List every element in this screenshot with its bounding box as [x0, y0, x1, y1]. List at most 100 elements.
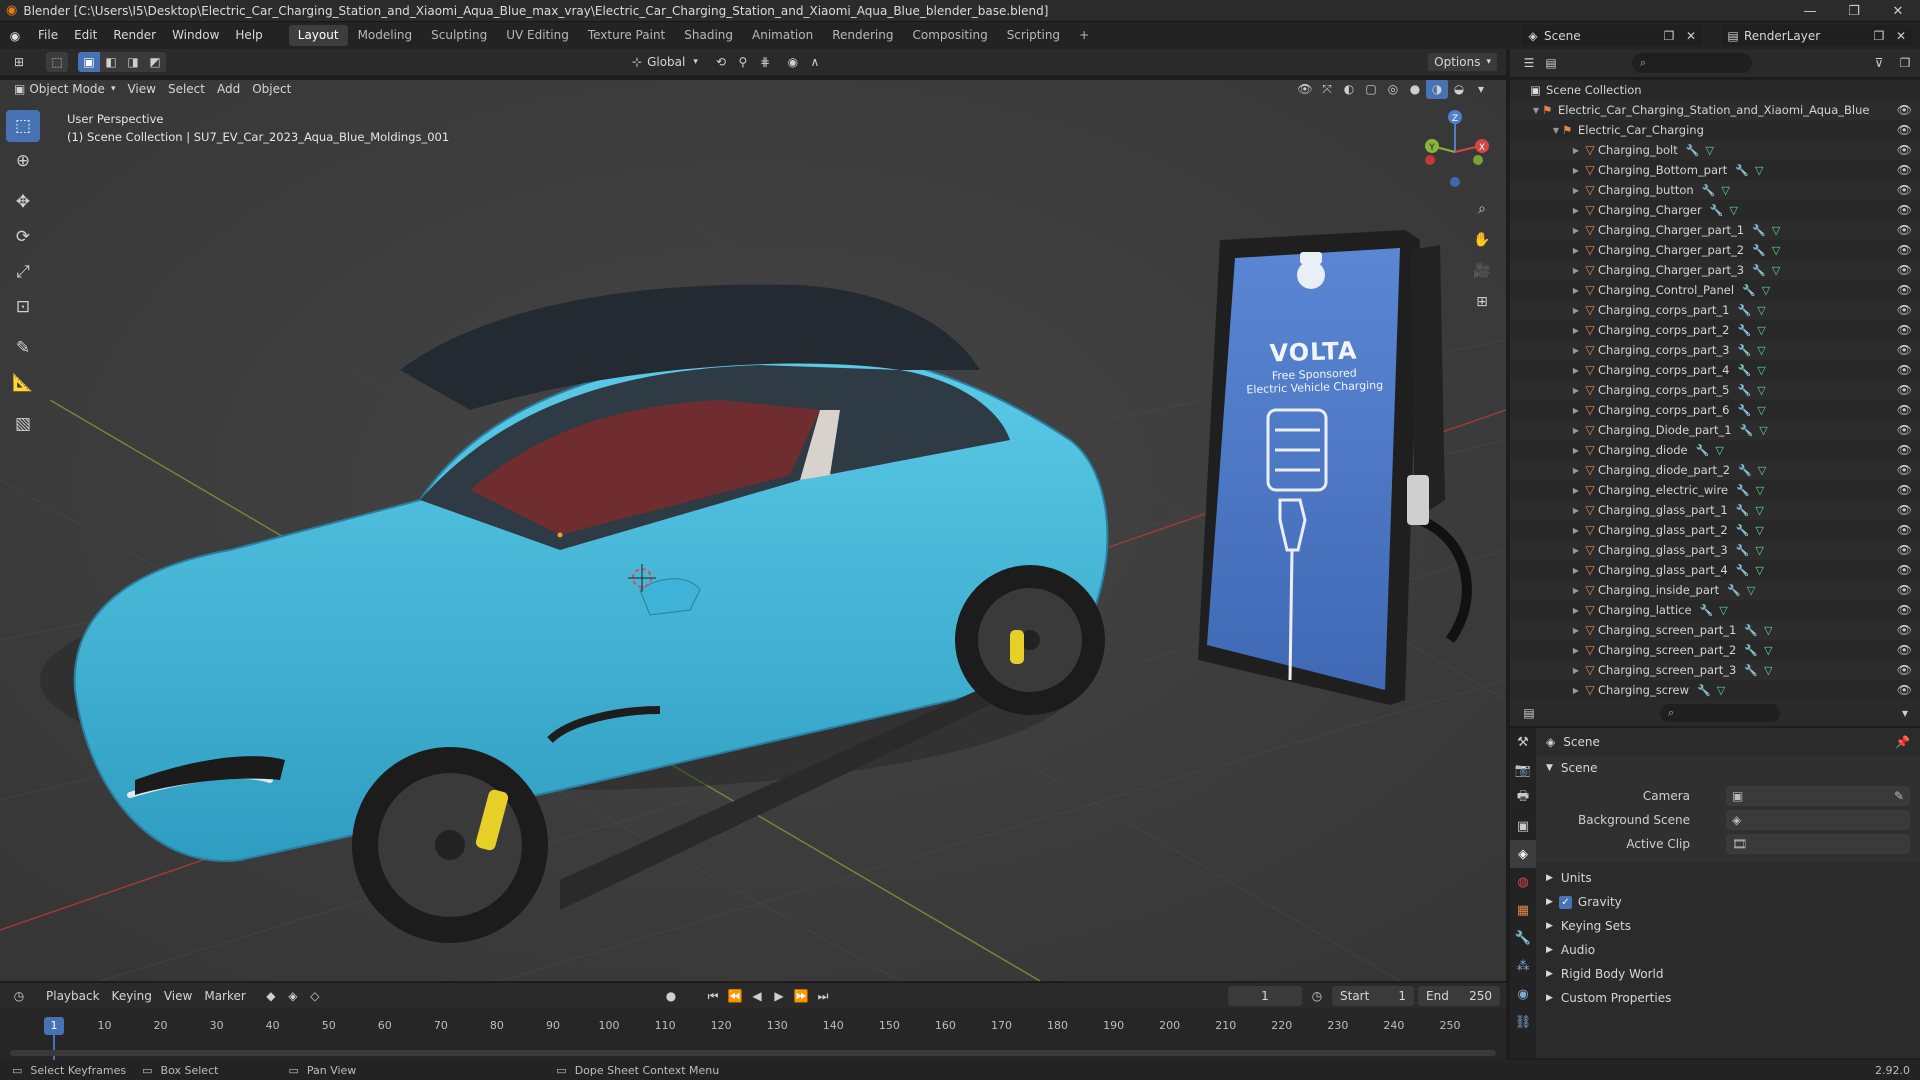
outliner-object-row[interactable]: ▶ ▽ Charging_corps_part_6 🔧 ▽ 👁 [1510, 400, 1920, 420]
filter-icon[interactable]: ⊽ [1868, 53, 1890, 73]
playhead-frame-label[interactable]: 1 [44, 1017, 64, 1035]
outliner-object-row[interactable]: ▶ ▽ Charging_corps_part_2 🔧 ▽ 👁 [1510, 320, 1920, 340]
outliner-object-row[interactable]: ▶ ▽ Charging_corps_part_5 🔧 ▽ 👁 [1510, 380, 1920, 400]
record-icon[interactable]: ● [660, 986, 682, 1006]
modifier-wrench-icon[interactable]: 🔧 [1727, 584, 1741, 597]
select-mode-intersect-icon[interactable]: ◩ [144, 52, 166, 72]
visibility-eye-icon[interactable]: 👁 [1897, 623, 1912, 637]
modifier-tab-icon[interactable]: 🔧 [1510, 924, 1536, 952]
pan-hand-icon[interactable]: ✋ [1468, 226, 1496, 254]
visibility-eye-icon[interactable]: 👁 [1897, 303, 1912, 317]
mesh-data-icon[interactable]: ▽ [1764, 644, 1772, 657]
next-keyframe-icon[interactable]: ⏩ [790, 986, 812, 1006]
outliner-editor-type-icon[interactable]: ☰ [1518, 53, 1540, 73]
modifier-wrench-icon[interactable]: 🔧 [1752, 264, 1766, 277]
view-layer-tab-icon[interactable]: ▣ [1510, 812, 1536, 840]
close-icon[interactable]: ✕ [1876, 0, 1920, 22]
modifier-wrench-icon[interactable]: 🔧 [1686, 144, 1700, 157]
delete-keyframe-icon[interactable]: ◇ [304, 986, 326, 1006]
outliner-object-row[interactable]: ▶ ▽ Charging_bolt 🔧 ▽ 👁 [1510, 140, 1920, 160]
properties-editor-type-icon[interactable]: ▤ [1518, 703, 1540, 723]
scene-panel-header[interactable]: ▼ Scene [1536, 756, 1920, 780]
outliner-object-row[interactable]: ▶ ▽ Charging_screen_part_2 🔧 ▽ 👁 [1510, 640, 1920, 660]
expand-arrow-icon[interactable]: ▶ [1570, 146, 1582, 155]
modifier-wrench-icon[interactable]: 🔧 [1736, 544, 1750, 557]
workspace-tab-texture-paint[interactable]: Texture Paint [579, 25, 674, 46]
modifier-wrench-icon[interactable]: 🔧 [1752, 244, 1766, 257]
modifier-wrench-icon[interactable]: 🔧 [1736, 524, 1750, 537]
background-scene-field[interactable]: ◈ [1726, 810, 1910, 830]
expand-arrow-icon[interactable]: ▼ [1530, 106, 1542, 115]
minimize-icon[interactable]: — [1788, 0, 1832, 22]
modifier-wrench-icon[interactable]: 🔧 [1738, 464, 1752, 477]
visibility-eye-icon[interactable]: 👁 [1897, 343, 1912, 357]
restore-icon[interactable]: ❐ [1832, 0, 1876, 22]
perspective-toggle-icon[interactable]: ⊞ [1468, 288, 1496, 316]
menu-render[interactable]: Render [105, 22, 164, 49]
modifier-wrench-icon[interactable]: 🔧 [1752, 224, 1766, 237]
options-dropdown[interactable]: Options ▾ [1427, 52, 1498, 72]
visibility-eye-icon[interactable]: 👁 [1897, 183, 1912, 197]
keyframe-icon[interactable]: ◆ [260, 986, 282, 1006]
outliner-object-row[interactable]: ▶ ▽ Charging_Diode_part_1 🔧 ▽ 👁 [1510, 420, 1920, 440]
outliner-object-row[interactable]: ▶ ▽ Charging_glass_part_4 🔧 ▽ 👁 [1510, 560, 1920, 580]
workspace-tab-modeling[interactable]: Modeling [349, 25, 422, 46]
expand-arrow-icon[interactable]: ▶ [1570, 446, 1582, 455]
outliner-object-row[interactable]: ▶ ▽ Charging_diode 🔧 ▽ 👁 [1510, 440, 1920, 460]
mesh-data-icon[interactable]: ▽ [1772, 244, 1780, 257]
new-renderlayer-icon[interactable]: ❐ [1868, 26, 1890, 46]
outliner-object-row[interactable]: ▶ ▽ Charging_corps_part_1 🔧 ▽ 👁 [1510, 300, 1920, 320]
workspace-tab-scripting[interactable]: Scripting [998, 25, 1069, 46]
annotate-tool-icon[interactable]: ✎ [6, 332, 40, 364]
modifier-wrench-icon[interactable]: 🔧 [1738, 404, 1752, 417]
modifier-wrench-icon[interactable]: 🔧 [1736, 484, 1750, 497]
viewport-menu-object[interactable]: Object [246, 80, 297, 99]
outliner-object-row[interactable]: ▶ ▽ Charging_lattice 🔧 ▽ 👁 [1510, 600, 1920, 620]
mesh-data-icon[interactable]: ▽ [1755, 524, 1763, 537]
zoom-icon[interactable]: ⌕ [1468, 195, 1496, 223]
visibility-eye-icon[interactable]: 👁 [1897, 163, 1912, 177]
display-mode-icon[interactable]: ▤ [1540, 53, 1562, 73]
camera-view-icon[interactable]: 🎥 [1468, 257, 1496, 285]
xray-toggle-icon[interactable]: ▢ [1360, 80, 1382, 99]
rotate-tool-icon[interactable]: ⟳ [6, 221, 40, 253]
expand-arrow-icon[interactable]: ▶ [1570, 586, 1582, 595]
expand-arrow-icon[interactable]: ▶ [1570, 546, 1582, 555]
select-mode-subtract-icon[interactable]: ◨ [122, 52, 144, 72]
mesh-data-icon[interactable]: ▽ [1757, 384, 1765, 397]
outliner-collection-row[interactable]: ▼ ⚑ Electric_Car_Charging_Station_and_Xi… [1510, 100, 1920, 120]
object-mode-dropdown[interactable]: ▣ Object Mode ▾ [8, 80, 121, 99]
visibility-eye-icon[interactable]: 👁 [1897, 283, 1912, 297]
expand-arrow-icon[interactable]: ▶ [1570, 366, 1582, 375]
mesh-data-icon[interactable]: ▽ [1757, 324, 1765, 337]
mesh-data-icon[interactable]: ▽ [1755, 164, 1763, 177]
eyedropper-icon[interactable]: ✎ [1894, 789, 1904, 803]
audio-panel-header[interactable]: ▶ Audio [1536, 938, 1920, 962]
timeline-ruler[interactable]: 1102030405060708090100110120130140150160… [0, 1009, 1506, 1060]
mesh-data-icon[interactable]: ▽ [1755, 564, 1763, 577]
pivot-point-icon[interactable]: ⟲ [710, 52, 732, 72]
expand-arrow-icon[interactable]: ▶ [1570, 266, 1582, 275]
modifier-wrench-icon[interactable]: 🔧 [1738, 364, 1752, 377]
menu-window[interactable]: Window [164, 22, 227, 49]
menu-file[interactable]: File [30, 22, 66, 49]
constraints-tab-icon[interactable]: ⛓ [1510, 1008, 1536, 1036]
gravity-checkbox[interactable]: ✓ [1558, 895, 1572, 909]
prev-keyframe-icon[interactable]: ⏪ [724, 986, 746, 1006]
timeline-menu-view[interactable]: View [158, 986, 198, 1006]
visibility-eye-icon[interactable]: 👁 [1897, 243, 1912, 257]
insert-keyframe-icon[interactable]: ◈ [282, 986, 304, 1006]
workspace-tab-compositing[interactable]: Compositing [903, 25, 996, 46]
modifier-wrench-icon[interactable]: 🔧 [1710, 204, 1724, 217]
expand-arrow-icon[interactable]: ▶ [1570, 666, 1582, 675]
modifier-wrench-icon[interactable]: 🔧 [1742, 284, 1756, 297]
world-tab-icon[interactable]: ◍ [1510, 868, 1536, 896]
outliner-scene-collection[interactable]: ▣ Scene Collection [1510, 80, 1920, 100]
timeline-menu-keying[interactable]: Keying [106, 986, 158, 1006]
outliner-object-row[interactable]: ▶ ▽ Charging_Charger_part_3 🔧 ▽ 👁 [1510, 260, 1920, 280]
mesh-data-icon[interactable]: ▽ [1762, 284, 1770, 297]
proportional-editing-icon[interactable]: ◉ [782, 52, 804, 72]
output-tab-icon[interactable]: 🖶 [1510, 784, 1536, 812]
object-tab-icon[interactable]: ▦ [1510, 896, 1536, 924]
start-frame-field[interactable]: Start 1 [1332, 986, 1414, 1006]
